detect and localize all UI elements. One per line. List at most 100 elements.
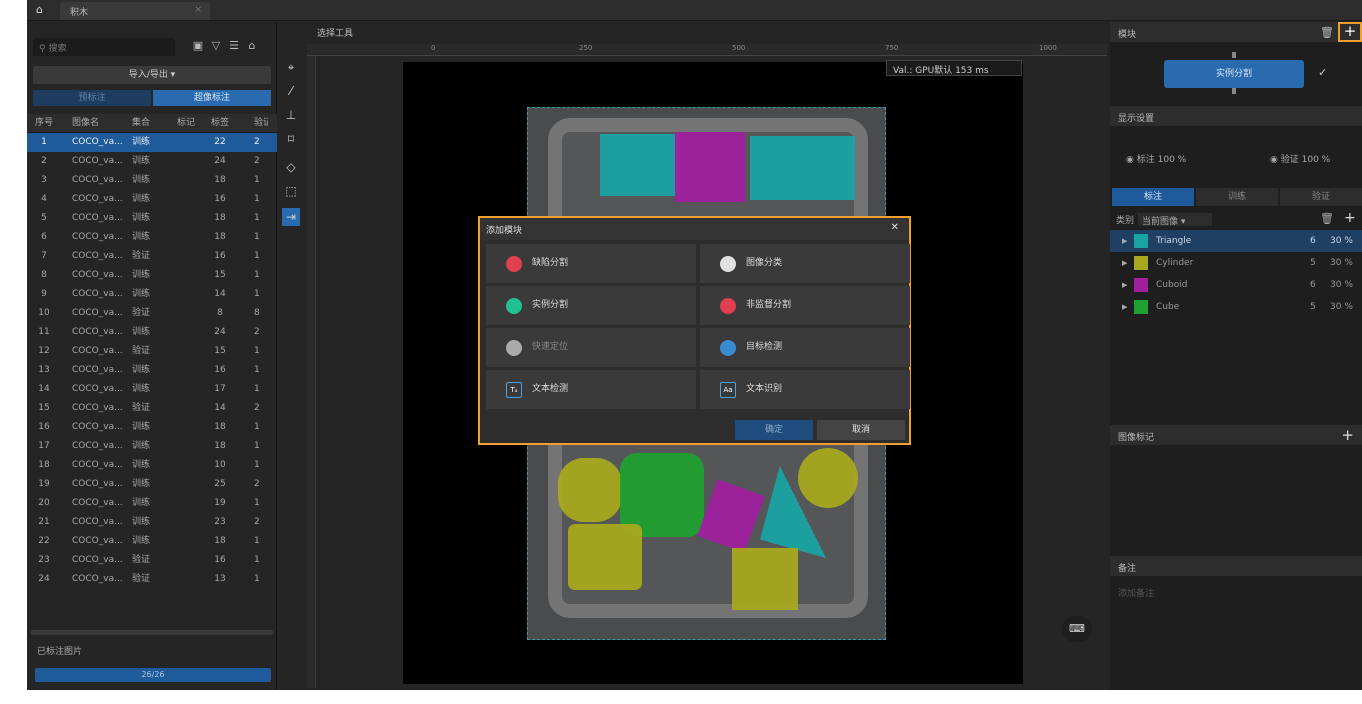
class-color-swatch[interactable]	[1134, 256, 1148, 270]
table-row[interactable]: 10 COCO_va... 验证 8 8	[27, 304, 277, 323]
tab-label[interactable]: 标注	[1112, 188, 1194, 206]
module-option[interactable]: 缺陷分割	[486, 244, 696, 283]
table-row[interactable]: 12 COCO_va... 验证 15 1	[27, 342, 277, 361]
col-verify[interactable]: 验证	[254, 114, 268, 133]
row-set: 训练	[132, 327, 151, 337]
col-labels[interactable]: 标签	[207, 114, 233, 133]
node-connector	[1232, 52, 1236, 58]
table-row[interactable]: 11 COCO_va... 训练 24 2	[27, 323, 277, 342]
module-option[interactable]: 目标检测	[700, 328, 910, 367]
row-set: 训练	[132, 536, 151, 546]
table-row[interactable]: 18 COCO_va... 训练 10 1	[27, 456, 277, 475]
trash-icon[interactable]: 🗑	[1320, 212, 1334, 225]
rect-select-icon[interactable]: ⬚	[282, 182, 300, 200]
row-set: 训练	[132, 365, 151, 375]
class-color-swatch[interactable]	[1134, 234, 1148, 248]
table-row[interactable]: 15 COCO_va... 验证 14 2	[27, 399, 277, 418]
module-option[interactable]: 图像分类	[700, 244, 910, 283]
stamp-tool-icon[interactable]: ⊥	[282, 106, 300, 124]
project-tab[interactable]: 积木 ×	[60, 2, 210, 20]
add-class-icon[interactable]: +	[1344, 210, 1356, 226]
col-image-name[interactable]: 图像名	[72, 114, 124, 133]
ok-button[interactable]: 确定	[735, 420, 813, 440]
table-row[interactable]: 19 COCO_va... 训练 25 2	[27, 475, 277, 494]
table-row[interactable]: 9 COCO_va... 训练 14 1	[27, 285, 277, 304]
add-mark-icon[interactable]: +	[1341, 426, 1354, 444]
row-index: 4	[41, 194, 47, 204]
class-row[interactable]: ▶ Cube 5 30 %	[1110, 296, 1362, 318]
table-row[interactable]: 4 COCO_va... 训练 16 1	[27, 190, 277, 209]
row-labels: 22	[214, 137, 226, 147]
table-row[interactable]: 3 COCO_va... 训练 18 1	[27, 171, 277, 190]
tab-train[interactable]: 训练	[1196, 188, 1278, 206]
smart-select-icon[interactable]: ⌑	[282, 130, 300, 148]
class-color-swatch[interactable]	[1134, 300, 1148, 314]
row-verify: 1	[254, 460, 260, 470]
table-row[interactable]: 6 COCO_va... 训练 18 1	[27, 228, 277, 247]
keyboard-icon[interactable]: ⌨	[1062, 616, 1092, 642]
table-row[interactable]: 8 COCO_va... 训练 15 1	[27, 266, 277, 285]
class-color-swatch[interactable]	[1134, 278, 1148, 292]
table-row[interactable]: 14 COCO_va... 训练 17 1	[27, 380, 277, 399]
module-option[interactable]: 快速定位	[486, 328, 696, 367]
expand-arrow-icon[interactable]: ▶	[1122, 230, 1127, 252]
note-input[interactable]: 添加备注	[1118, 586, 1154, 599]
home-icon[interactable]: ⌂	[36, 4, 48, 16]
class-filter-select[interactable]: 当前图像 ▾	[1138, 213, 1212, 227]
image-filter-icon[interactable]: ▣	[191, 39, 205, 53]
table-row[interactable]: 23 COCO_va... 验证 16 1	[27, 551, 277, 570]
tab-verify[interactable]: 验证	[1280, 188, 1362, 206]
expand-arrow-icon[interactable]: ▶	[1122, 252, 1127, 274]
select-tool-icon[interactable]: ⇥	[282, 208, 300, 226]
trash-icon[interactable]: 🗑	[1320, 26, 1334, 39]
table-row[interactable]: 22 COCO_va... 训练 18 1	[27, 532, 277, 551]
module-option[interactable]: Aa 文本识别	[700, 370, 910, 409]
filter-icon[interactable]: ▽	[209, 39, 223, 53]
ruler-tick: 1000	[1039, 44, 1057, 52]
cancel-button[interactable]: 取消	[817, 420, 905, 440]
col-mark[interactable]: 标记	[177, 114, 205, 133]
eraser-icon[interactable]: ◇	[282, 158, 300, 176]
module-option[interactable]: Tₐ 文本检测	[486, 370, 696, 409]
superpixel-label-button[interactable]: 超像标注	[153, 90, 271, 106]
class-row[interactable]: ▶ Cuboid 6 30 %	[1110, 274, 1362, 296]
module-node-instance-seg[interactable]: 实例分割	[1164, 60, 1304, 88]
class-row[interactable]: ▶ Cylinder 5 30 %	[1110, 252, 1362, 274]
import-export-button[interactable]: 导入/导出 ▾	[33, 66, 271, 84]
table-row[interactable]: 5 COCO_va... 训练 18 1	[27, 209, 277, 228]
ruler-tick: 750	[885, 44, 899, 52]
table-row[interactable]: 17 COCO_va... 训练 18 1	[27, 437, 277, 456]
table-row[interactable]: 21 COCO_va... 训练 23 2	[27, 513, 277, 532]
table-row[interactable]: 24 COCO_va... 验证 13 1	[27, 570, 277, 589]
table-row[interactable]: 13 COCO_va... 训练 16 1	[27, 361, 277, 380]
class-name: Cylinder	[1156, 258, 1194, 268]
col-set[interactable]: 集合	[132, 114, 164, 133]
expand-arrow-icon[interactable]: ▶	[1122, 296, 1127, 318]
table-row[interactable]: 20 COCO_va... 训练 19 1	[27, 494, 277, 513]
table-row[interactable]: 1 COCO_va... 训练 22 2	[27, 133, 277, 152]
close-icon[interactable]: ×	[194, 5, 202, 15]
row-labels: 16	[214, 251, 226, 261]
horizontal-scrollbar[interactable]	[31, 630, 273, 635]
verify-visibility[interactable]: ◉ 验证 100 %	[1270, 152, 1330, 165]
list-view-icon[interactable]: ☰	[227, 39, 241, 53]
table-row[interactable]: 2 COCO_va... 训练 24 2	[27, 152, 277, 171]
polygon-tool-icon[interactable]: ⌖	[282, 58, 300, 76]
gallery-view-icon[interactable]: ⌂	[245, 39, 259, 53]
pre-label-button[interactable]: 预标注	[33, 90, 151, 106]
expand-arrow-icon[interactable]: ▶	[1122, 274, 1127, 296]
row-set: 训练	[132, 232, 151, 242]
col-index[interactable]: 序号	[33, 114, 55, 133]
table-row[interactable]: 7 COCO_va... 验证 16 1	[27, 247, 277, 266]
close-icon[interactable]: ✕	[891, 222, 899, 233]
module-option[interactable]: 非监督分割	[700, 286, 910, 325]
module-option-label: 缺陷分割	[532, 258, 569, 268]
search-input[interactable]: ⚲ 搜索	[33, 38, 175, 56]
class-row[interactable]: ▶ Triangle 6 30 %	[1110, 230, 1362, 252]
add-module-button[interactable]: +	[1338, 22, 1362, 42]
row-image-name: COCO_va...	[72, 175, 123, 185]
table-row[interactable]: 16 COCO_va... 训练 18 1	[27, 418, 277, 437]
magic-wand-icon[interactable]: ⁄	[282, 82, 300, 100]
module-option[interactable]: 实例分割	[486, 286, 696, 325]
label-visibility[interactable]: ◉ 标注 100 %	[1126, 152, 1186, 165]
